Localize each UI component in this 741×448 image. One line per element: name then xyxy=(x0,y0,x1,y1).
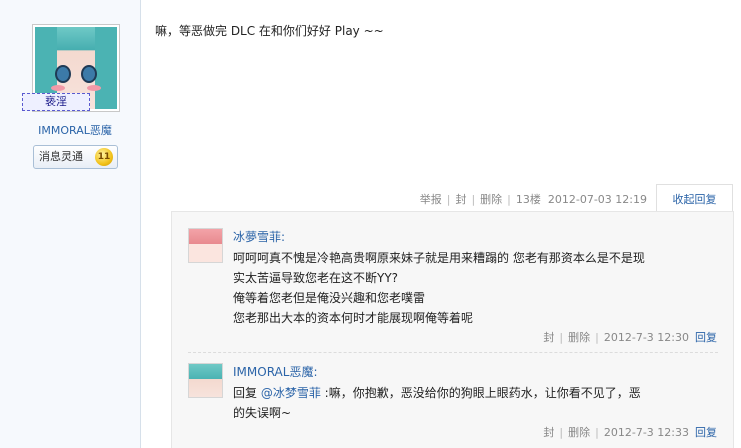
block-link[interactable]: 封 xyxy=(543,426,554,439)
delete-link[interactable]: 删除 xyxy=(480,191,502,207)
reply-list: 冰夢雪菲: 呵呵呵真不愧是冷艳高贵啊原来妹子就是用来糟蹋的 您老有那资本么是不是… xyxy=(171,211,734,448)
post-content: 嘛，等恶做完 DLC 在和你们好好 Play ~~ xyxy=(155,24,384,38)
block-link[interactable]: 封 xyxy=(455,191,466,207)
reply-line: 回复 @冰梦雪菲 :嘛，你抱歉，恶没给你的狗眼上眼药水，让你看不见了，恶 xyxy=(233,383,718,403)
mention-link[interactable]: @冰梦雪菲 xyxy=(261,386,321,400)
author-username[interactable]: IMMORAL恶魔 xyxy=(0,122,150,138)
reply-meta: 封 | 删除 | 2012-7-3 12:33 回复 xyxy=(543,426,717,439)
reply-body: 回复 @冰梦雪菲 :嘛，你抱歉，恶没给你的狗眼上眼药水，让你看不见了，恶 的失误… xyxy=(233,383,718,423)
delete-link[interactable]: 删除 xyxy=(568,426,590,439)
delete-link[interactable]: 删除 xyxy=(568,331,590,344)
reply-time: 2012-7-3 12:30 xyxy=(603,331,689,344)
medal-badge[interactable]: 消息灵通 11 xyxy=(33,145,118,169)
reply-link[interactable]: 回复 xyxy=(695,426,717,439)
reply-line: 俺等着您老但是俺没兴趣和您老噗雷 xyxy=(233,291,426,305)
reply-avatar[interactable] xyxy=(188,363,223,398)
reply-avatar[interactable] xyxy=(188,228,223,263)
reply-link[interactable]: 回复 xyxy=(695,331,717,344)
reply-body: 呵呵呵真不愧是冷艳高贵啊原来妹子就是用来糟蹋的 您老有那资本么是不是现 实太苦逼… xyxy=(233,248,718,328)
nickname-badge: 亵淫 xyxy=(22,93,90,111)
post-meta: 举报 | 封 | 删除 | 13楼 2012-07-03 12:19 xyxy=(419,191,647,207)
medal-coin-icon: 11 xyxy=(95,148,113,166)
report-link[interactable]: 举报 xyxy=(420,191,442,207)
block-link[interactable]: 封 xyxy=(543,331,554,344)
reply-line: 实太苦逼导致您老在这不断YY? xyxy=(233,271,399,285)
reply-author[interactable]: 冰夢雪菲: xyxy=(233,228,285,245)
medal-label: 消息灵通 xyxy=(39,150,83,163)
post-time: 2012-07-03 12:19 xyxy=(547,193,647,206)
reply-line: 的失误啊~ xyxy=(233,406,292,420)
collapse-reply-button[interactable]: 收起回复 xyxy=(656,184,733,212)
floor-number: 13楼 xyxy=(515,193,541,206)
reply-text: :嘛，你抱歉，恶没给你的狗眼上眼药水，让你看不见了，恶 xyxy=(320,386,641,400)
author-sidebar: 亵淫 IMMORAL恶魔 消息灵通 11 xyxy=(0,0,141,448)
reply-prefix: 回复 xyxy=(233,386,261,400)
divider xyxy=(188,352,718,353)
reply-line: 呵呵呵真不愧是冷艳高贵啊原来妹子就是用来糟蹋的 您老有那资本么是不是现 xyxy=(233,251,645,265)
reply-line: 您老那出大本的资本何时才能展现啊俺等着呢 xyxy=(233,311,474,325)
reply-author[interactable]: IMMORAL恶魔: xyxy=(233,363,317,380)
reply-time: 2012-7-3 12:33 xyxy=(603,426,689,439)
reply-meta: 封 | 删除 | 2012-7-3 12:30 回复 xyxy=(543,331,717,344)
